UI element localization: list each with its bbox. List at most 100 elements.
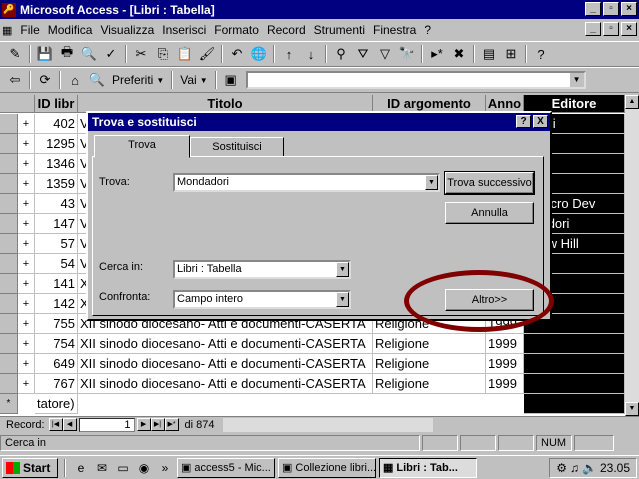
row-selector[interactable] — [0, 314, 18, 334]
task-libri-tabella[interactable]: ▦ Libri : Tab... — [379, 457, 477, 478]
start-button[interactable]: Start — [2, 457, 58, 478]
new-record-row[interactable]: * tatore) — [0, 394, 625, 414]
cell-id[interactable]: 767 — [35, 374, 78, 394]
doc-icon[interactable]: ▦ — [2, 24, 12, 37]
row-selector[interactable] — [0, 194, 18, 214]
minimize-button[interactable]: _ — [585, 2, 601, 16]
cell-anno[interactable]: 1999 — [486, 374, 524, 394]
menu-strumenti[interactable]: Strumenti — [310, 23, 369, 37]
ie-icon[interactable]: e — [72, 459, 90, 477]
cell-editore[interactable] — [524, 354, 625, 374]
paste-icon[interactable]: 📋 — [174, 44, 196, 64]
close-button[interactable]: × — [621, 2, 637, 16]
sort-descending-icon[interactable]: ↓ — [300, 44, 322, 64]
cell-id[interactable]: 57 — [35, 234, 78, 254]
tray-icon-a[interactable]: ⚙ — [556, 461, 567, 475]
cell-titolo[interactable]: XII sinodo diocesano- Atti e documenti-C… — [78, 334, 373, 354]
maximize-button[interactable]: ▫ — [603, 2, 619, 16]
address-field[interactable]: ▼ — [245, 71, 586, 89]
row-selector[interactable] — [0, 114, 18, 134]
expand-icon[interactable]: + — [18, 114, 35, 134]
menu-formato[interactable]: Formato — [210, 23, 263, 37]
menu-modifica[interactable]: Modifica — [44, 23, 97, 37]
copy-icon[interactable]: ⎘ — [152, 44, 174, 64]
menu-visualizza[interactable]: Visualizza — [96, 23, 158, 37]
last-record-button[interactable]: ▶| — [150, 418, 165, 431]
cell-arg[interactable]: Religione — [373, 354, 486, 374]
row-selector[interactable] — [0, 354, 18, 374]
delete-record-icon[interactable]: ✖ — [448, 44, 470, 64]
table-row[interactable]: +754 XII sinodo diocesano- Atti e documen… — [0, 334, 625, 354]
cell-id[interactable]: 1346 — [35, 154, 78, 174]
scroll-up-icon[interactable]: ▲ — [625, 95, 639, 109]
prev-record-button[interactable]: ◀ — [62, 418, 77, 431]
row-selector[interactable] — [0, 234, 18, 254]
go-menu[interactable]: Vai ▼ — [176, 73, 211, 87]
scroll-down-icon[interactable]: ▼ — [625, 402, 639, 416]
cell-id[interactable]: 402 — [35, 114, 78, 134]
more-icon[interactable]: » — [156, 459, 174, 477]
format-painter-icon[interactable]: 🖌 — [196, 44, 218, 64]
cell-titolo[interactable]: XII sinodo diocesano- Atti e documenti-C… — [78, 374, 373, 394]
tray-icon-b[interactable]: ♫ — [570, 461, 579, 475]
row-selector[interactable] — [0, 154, 18, 174]
corner-selector[interactable] — [0, 95, 35, 113]
horizontal-scrollbar[interactable] — [222, 417, 433, 432]
task-access5[interactable]: ▣ access5 - Mic... — [177, 457, 275, 478]
expand-icon[interactable]: + — [18, 374, 35, 394]
table-row[interactable]: +767 XII sinodo diocesano- Atti e documen… — [0, 374, 625, 394]
database-window-icon[interactable]: ▤ — [478, 44, 500, 64]
cell-id[interactable]: 54 — [35, 254, 78, 274]
doc-restore-button[interactable]: ▫ — [603, 22, 619, 36]
cell-anno[interactable]: 1999 — [486, 354, 524, 374]
row-selector[interactable] — [0, 274, 18, 294]
menu-file[interactable]: File — [16, 23, 43, 37]
home-icon[interactable]: ⌂ — [64, 70, 86, 90]
cut-icon[interactable]: ✂ — [130, 44, 152, 64]
cell-id[interactable]: 755 — [35, 314, 78, 334]
find-icon[interactable]: 🔭 — [396, 44, 418, 64]
cell-anno[interactable]: 1999 — [486, 334, 524, 354]
expand-icon[interactable]: + — [18, 174, 35, 194]
undo-icon[interactable]: ↶ — [226, 44, 248, 64]
tab-sostituisci[interactable]: Sostituisci — [190, 137, 284, 157]
chevron-down-icon[interactable]: ▼ — [336, 292, 349, 307]
cell-editore[interactable] — [524, 334, 625, 354]
chevron-down-icon[interactable]: ▼ — [569, 73, 584, 87]
new-record-icon[interactable]: ▸* — [426, 44, 448, 64]
cell-id[interactable]: 142 — [35, 294, 78, 314]
cell-editore[interactable] — [524, 394, 625, 414]
filter-selection-icon[interactable]: ⚲ — [330, 44, 352, 64]
task-collezione[interactable]: ▣ Collezione libri... — [278, 457, 376, 478]
cancel-button[interactable]: Annulla — [445, 202, 534, 224]
back-icon[interactable]: ⇦ — [4, 70, 26, 90]
expand-icon[interactable]: + — [18, 294, 35, 314]
volume-icon[interactable]: 🔈 — [582, 461, 597, 475]
row-selector[interactable] — [0, 254, 18, 274]
menu-inserisci[interactable]: Inserisci — [158, 23, 210, 37]
expand-icon[interactable]: + — [18, 234, 35, 254]
next-record-button[interactable]: ▶ — [136, 418, 151, 431]
expand-icon[interactable]: + — [18, 354, 35, 374]
help-icon[interactable]: ? — [530, 44, 552, 64]
print-icon[interactable]: 🖶 — [56, 44, 78, 64]
channels-icon[interactable]: ◉ — [135, 459, 153, 477]
expand-icon[interactable]: + — [18, 314, 35, 334]
row-selector[interactable] — [0, 174, 18, 194]
find-input[interactable]: Mondadori ▼ — [173, 173, 440, 192]
cell-id[interactable]: 43 — [35, 194, 78, 214]
dialog-help-button[interactable]: ? — [516, 115, 531, 128]
row-selector[interactable] — [0, 374, 18, 394]
menu-finestra[interactable]: Finestra — [369, 23, 420, 37]
cell-id[interactable]: tatore) — [35, 394, 78, 414]
filter-form-icon[interactable]: ⛛ — [352, 44, 374, 64]
expand-icon[interactable]: + — [18, 214, 35, 234]
save-icon[interactable]: 💾 — [34, 44, 56, 64]
vertical-scrollbar[interactable]: ▲ ▼ — [625, 95, 639, 416]
expand-icon[interactable]: + — [18, 274, 35, 294]
favorites-menu[interactable]: Preferiti ▼ — [108, 73, 168, 87]
menu-help[interactable]: ? — [420, 23, 435, 37]
clock[interactable]: 23.05 — [600, 461, 630, 475]
new-row-marker[interactable]: * — [0, 394, 18, 414]
chevron-down-icon[interactable]: ▼ — [425, 175, 438, 190]
